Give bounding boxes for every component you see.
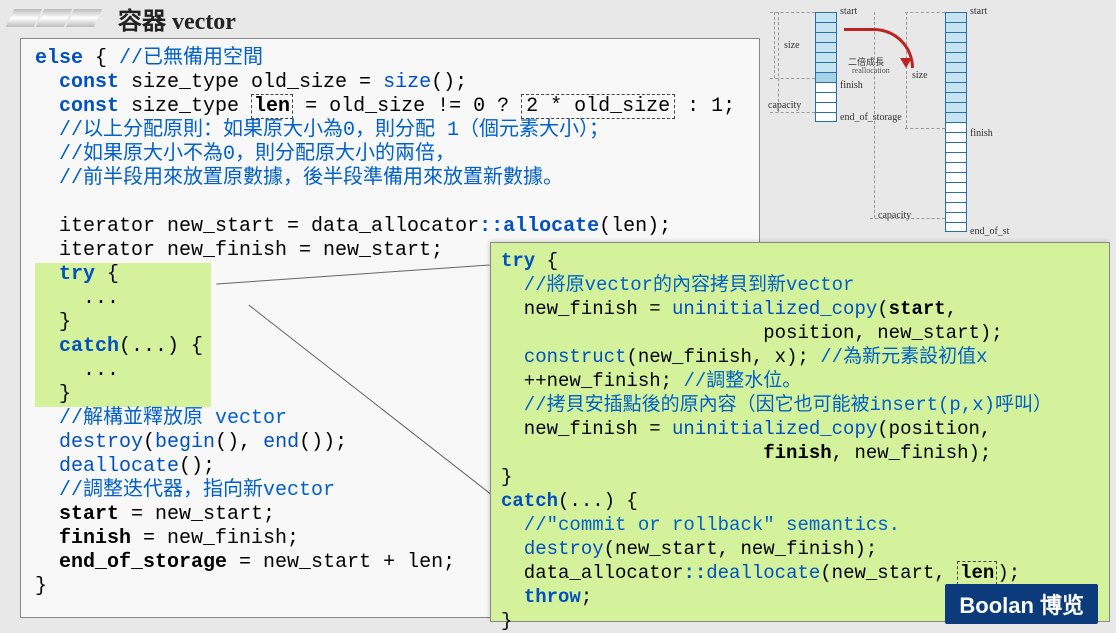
lbl-finish: finish (840, 80, 863, 91)
lbl-capacity-2: capacity (878, 210, 911, 221)
lbl-capacity: capacity (768, 100, 801, 111)
title-en: vector (172, 9, 236, 35)
logo-en: Boolan (959, 593, 1034, 619)
lbl-realloc-en: reallocation (852, 66, 890, 75)
lbl-start-2: start (970, 6, 987, 17)
code-right: try { //將原vector的內容拷貝到新vector new_finish… (501, 249, 1099, 633)
logo-cn: 博览 (1040, 588, 1084, 620)
title-decor (10, 9, 98, 27)
lbl-size-2: size (912, 70, 928, 81)
memory-diagram: start size capacity finish end_of_storag… (770, 0, 1115, 245)
reallocation-arrow-head (900, 58, 912, 68)
brand-logo: Boolan 博览 (945, 584, 1098, 624)
lbl-start: start (840, 6, 857, 17)
right-code-panel: try { //將原vector的內容拷貝到新vector new_finish… (490, 242, 1110, 622)
slide-title: 容器 vector (118, 1, 236, 36)
lbl-eos-2: end_of_st (970, 226, 1009, 237)
try-block-highlight: try { ... } catch(...) { ... } (35, 263, 211, 407)
vector-after (945, 12, 967, 232)
title-cn: 容器 (118, 9, 172, 35)
vector-before (815, 12, 837, 122)
lbl-size: size (784, 40, 800, 51)
lbl-eos: end_of_storage (840, 112, 902, 123)
lbl-finish-2: finish (970, 128, 993, 139)
